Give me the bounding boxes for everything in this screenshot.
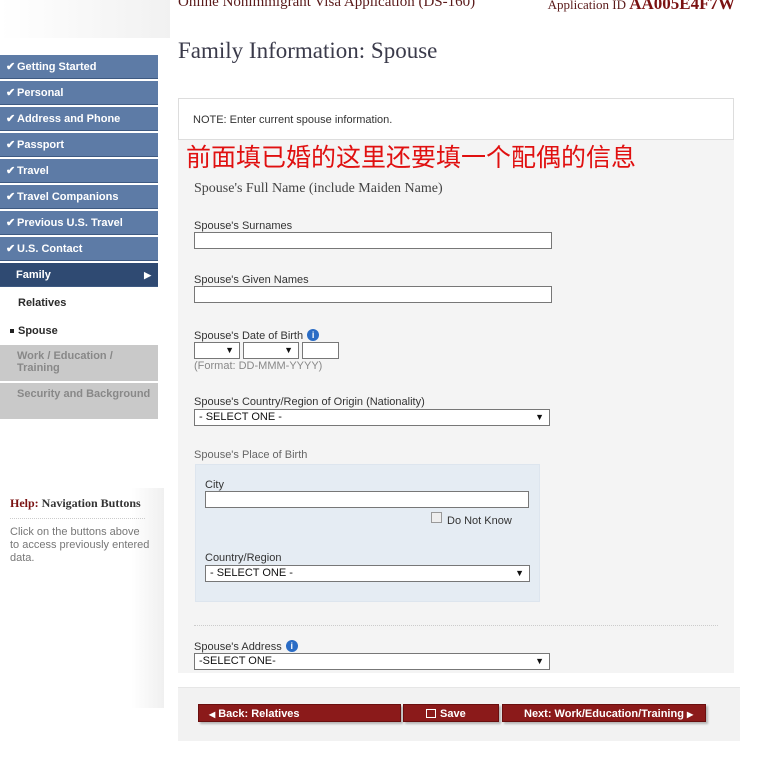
sidebar-item-label: Passport — [17, 139, 65, 151]
dob-format-hint: (Format: DD-MMM-YYYY) — [194, 360, 323, 372]
sidebar-subitem-relatives[interactable]: Relatives — [0, 289, 158, 317]
nationality-value: - SELECT ONE - — [199, 411, 282, 423]
sidebar-item-address-phone[interactable]: ✔ Address and Phone — [0, 107, 158, 131]
dropdown-arrow-icon: ▼ — [225, 345, 234, 355]
application-id: Application ID AA005E4F7W — [548, 0, 735, 14]
given-names-input[interactable] — [194, 286, 552, 303]
sidebar-item-security-background: Security and Background — [0, 383, 158, 419]
info-icon[interactable]: i — [285, 640, 298, 652]
dropdown-arrow-icon: ▼ — [284, 345, 293, 355]
dropdown-arrow-icon: ▼ — [535, 412, 544, 422]
current-bullet-icon — [10, 329, 14, 333]
check-icon: ✔ — [6, 191, 16, 203]
application-id-label: Application ID — [547, 0, 626, 12]
given-names-label: Spouse's Given Names — [194, 274, 309, 286]
note-text: NOTE: Enter current spouse information. — [193, 114, 393, 126]
save-button-label: Save — [440, 708, 466, 720]
country-label: Country/Region — [205, 552, 282, 564]
address-label-row: Spouse's Address i — [194, 640, 298, 653]
country-value: - SELECT ONE - — [210, 567, 293, 579]
sidebar-item-previous-us-travel[interactable]: ✔ Previous U.S. Travel — [0, 211, 158, 235]
sidebar-item-label: Address and Phone — [17, 113, 121, 125]
dob-label: Spouse's Date of Birth — [194, 330, 304, 342]
dob-label-row: Spouse's Date of Birth i — [194, 329, 320, 342]
help-divider — [10, 518, 145, 519]
sidebar-item-travel[interactable]: ✔ Travel — [0, 159, 158, 183]
address-value: -SELECT ONE- — [199, 655, 276, 667]
country-select[interactable]: - SELECT ONE - ▼ — [205, 565, 530, 582]
surnames-input[interactable] — [194, 232, 552, 249]
place-of-birth-label: Spouse's Place of Birth — [194, 449, 308, 461]
check-icon: ✔ — [6, 113, 16, 125]
sidebar-item-label: Travel Companions — [17, 191, 119, 203]
sidebar-item-getting-started[interactable]: ✔ Getting Started — [0, 55, 158, 79]
check-icon: ✔ — [6, 61, 16, 73]
address-label: Spouse's Address — [194, 641, 282, 653]
back-button-label: Back: Relatives — [218, 708, 300, 720]
dob-month-select[interactable]: ▼ — [243, 342, 299, 359]
dropdown-arrow-icon: ▼ — [535, 656, 544, 666]
check-icon: ✔ — [6, 243, 16, 255]
annotation-overlay: 前面填已婚的这里还要填一个配偶的信息 — [186, 143, 637, 172]
check-icon: ✔ — [6, 165, 16, 177]
sidebar-item-family[interactable]: Family ▶ — [0, 263, 158, 287]
sidebar-item-label: Getting Started — [17, 61, 97, 73]
sidebar-item-passport[interactable]: ✔ Passport — [0, 133, 158, 157]
address-select[interactable]: -SELECT ONE- ▼ — [194, 653, 550, 670]
sidebar-item-travel-companions[interactable]: ✔ Travel Companions — [0, 185, 158, 209]
note-box: NOTE: Enter current spouse information. — [178, 98, 734, 140]
sidebar-item-label: Travel — [17, 165, 49, 177]
do-not-know-label: Do Not Know — [447, 515, 512, 527]
dob-year-input[interactable] — [302, 342, 339, 359]
sidebar-subitem-label: Spouse — [18, 325, 58, 337]
do-not-know-checkbox[interactable] — [431, 512, 442, 523]
help-panel: Help: Navigation Buttons Click on the bu… — [0, 488, 164, 708]
info-icon[interactable]: i — [307, 329, 320, 341]
sidebar-item-label: U.S. Contact — [17, 243, 83, 255]
application-id-value: AA005E4F7W — [629, 0, 735, 13]
save-icon — [426, 709, 436, 718]
help-title-rest: Navigation Buttons — [38, 496, 141, 510]
next-button-label: Next: Work/Education/Training — [524, 708, 684, 720]
help-title: Help: Navigation Buttons — [10, 496, 141, 511]
surnames-label: Spouse's Surnames — [194, 220, 293, 232]
sidebar-item-work-education: Work / Education / Training — [0, 345, 158, 381]
help-title-prefix: Help: — [10, 496, 39, 510]
dropdown-arrow-icon: ▼ — [515, 568, 524, 578]
arrow-right-icon: ▶ — [144, 270, 151, 280]
back-button[interactable]: ◀ Back: Relatives — [198, 704, 401, 722]
save-button[interactable]: Save — [403, 704, 499, 722]
sidebar-subitem-label: Relatives — [18, 297, 67, 309]
sidebar-item-label: Personal — [17, 87, 64, 99]
sidebar-subitem-spouse[interactable]: Spouse — [0, 317, 158, 345]
sidebar-item-label: Security and Background — [17, 388, 151, 400]
check-icon: ✔ — [6, 87, 16, 99]
page-title: Family Information: Spouse — [178, 38, 438, 63]
chevron-right-icon: ▶ — [687, 710, 694, 719]
nationality-label: Spouse's Country/Region of Origin (Natio… — [194, 396, 425, 408]
city-input[interactable] — [205, 491, 529, 508]
chevron-left-icon: ◀ — [209, 710, 216, 719]
dob-day-select[interactable]: ▼ — [194, 342, 240, 359]
nationality-select[interactable]: - SELECT ONE - ▼ — [194, 409, 550, 426]
divider — [194, 625, 718, 626]
check-icon: ✔ — [6, 217, 16, 229]
help-text: Click on the buttons above to access pre… — [10, 526, 150, 564]
header-left-fade — [0, 0, 170, 38]
sidebar-nav: ✔ Getting Started ✔ Personal ✔ Address and … — [0, 55, 158, 421]
city-label: City — [205, 479, 224, 491]
app-title: Online Nonimmigrant Visa Application (DS… — [178, 0, 476, 10]
sidebar-item-label: Previous U.S. Travel — [17, 217, 123, 229]
check-icon: ✔ — [6, 139, 16, 151]
sidebar-item-personal[interactable]: ✔ Personal — [0, 81, 158, 105]
next-button[interactable]: Next: Work/Education/Training ▶ — [502, 704, 706, 722]
sidebar-item-label: Family — [16, 269, 51, 281]
sidebar-item-label: Work / Education / Training — [17, 350, 113, 374]
sidebar-item-us-contact[interactable]: ✔ U.S. Contact — [0, 237, 158, 261]
section-heading: Spouse's Full Name (include Maiden Name) — [194, 181, 443, 196]
